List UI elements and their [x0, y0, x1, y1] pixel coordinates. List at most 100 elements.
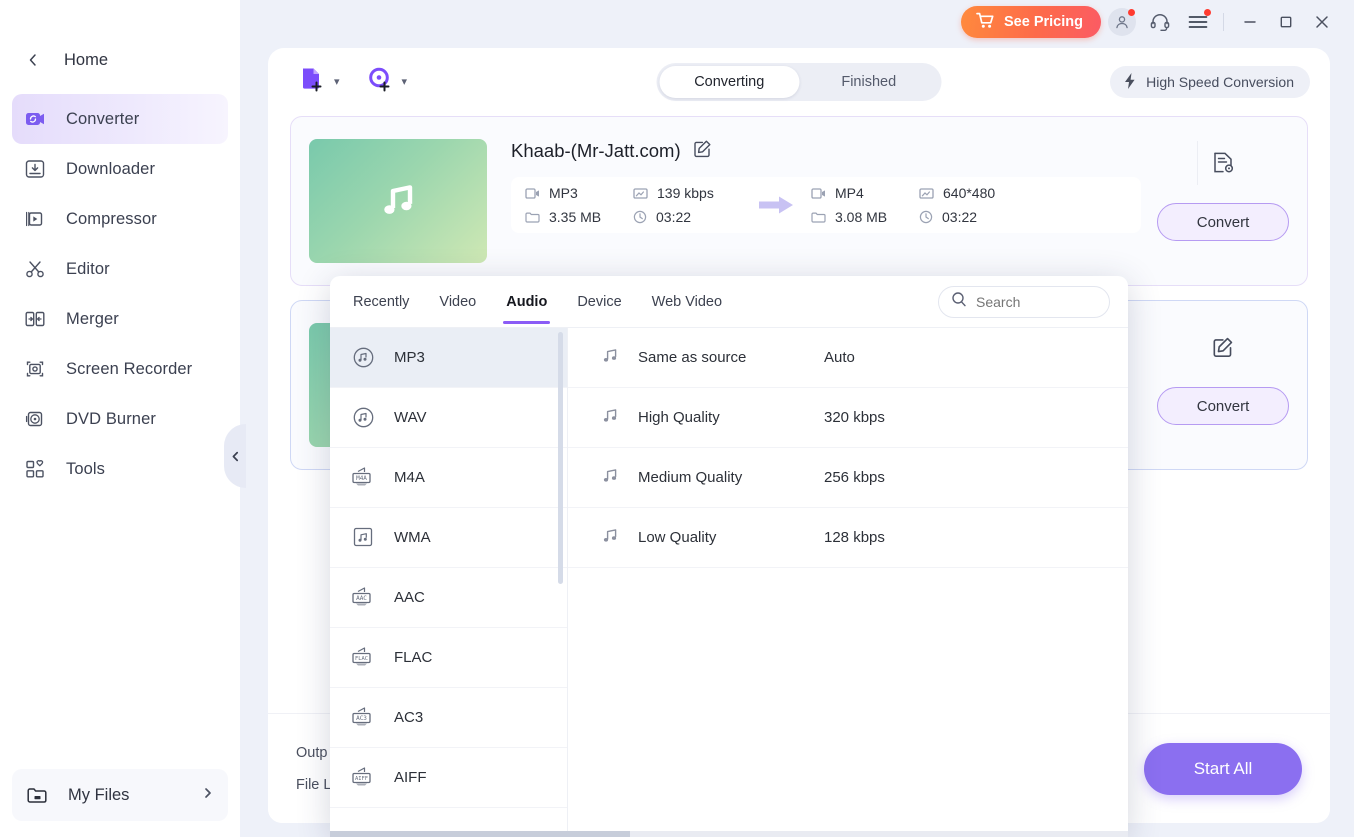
- tools-grid-icon: [22, 456, 48, 482]
- wma-square-icon: [350, 525, 376, 550]
- home-nav[interactable]: Home: [0, 40, 240, 80]
- format-row-aiff[interactable]: AIFF AIFF: [330, 748, 567, 808]
- add-file-icon: [298, 65, 328, 100]
- card-actions: Convert: [1157, 317, 1289, 425]
- m4a-tag-icon: M4A: [350, 466, 376, 490]
- compressor-icon: [22, 206, 48, 232]
- see-pricing-label: See Pricing: [1004, 14, 1083, 30]
- converter-icon: [22, 106, 48, 132]
- wav-disc-icon: [350, 405, 376, 430]
- close-icon: [1316, 16, 1328, 28]
- mp3-disc-icon: [350, 345, 376, 370]
- source-bitrate: 139 kbps: [633, 185, 743, 201]
- maximize-button[interactable]: [1268, 6, 1304, 38]
- my-files-button[interactable]: My Files: [12, 769, 228, 821]
- chevron-left-icon: [20, 47, 46, 73]
- sidebar-item-editor[interactable]: Editor: [12, 244, 228, 294]
- format-row-wma[interactable]: WMA: [330, 508, 567, 568]
- file-info: Khaab-(Mr-Jatt.com) MP3 139 kbps 3.35 MB…: [487, 133, 1157, 233]
- target-resolution-value: 640*480: [943, 185, 996, 201]
- quality-row-low-quality[interactable]: Low Quality 128 kbps: [568, 508, 1128, 568]
- edit-pencil-icon[interactable]: [693, 139, 712, 163]
- sidebar-item-converter[interactable]: Converter: [12, 94, 228, 144]
- output-label: Outp: [296, 744, 328, 761]
- quality-row-same-as-source[interactable]: Same as source Auto: [568, 328, 1128, 388]
- format-label: M4A: [394, 469, 425, 486]
- tab-device[interactable]: Device: [576, 280, 622, 324]
- target-size: 3.08 MB: [811, 209, 919, 225]
- source-size: 3.35 MB: [525, 209, 633, 225]
- add-disc-icon: [366, 65, 396, 100]
- sidebar-item-label: Screen Recorder: [66, 359, 193, 378]
- headset-icon: [1150, 13, 1170, 31]
- quality-row-high-quality[interactable]: High Quality 320 kbps: [568, 388, 1128, 448]
- sidebar-item-compressor[interactable]: Compressor: [12, 194, 228, 244]
- tab-finished[interactable]: Finished: [799, 66, 939, 98]
- file-card[interactable]: Khaab-(Mr-Jatt.com) MP3 139 kbps 3.35 MB…: [290, 116, 1308, 286]
- clock-icon: [919, 210, 933, 224]
- format-label: AC3: [394, 709, 424, 726]
- tab-recently[interactable]: Recently: [352, 280, 410, 324]
- aiff-tag-icon: AIFF: [350, 766, 376, 790]
- format-row-wav[interactable]: WAV: [330, 388, 567, 448]
- sidebar-item-dvd-burner[interactable]: DVD Burner: [12, 394, 228, 444]
- close-button[interactable]: [1304, 6, 1340, 38]
- toolbar: ▾ ▾ Converting Finished High Speed Conve…: [268, 48, 1330, 116]
- minimize-button[interactable]: [1232, 6, 1268, 38]
- lightning-icon: [1122, 72, 1138, 93]
- svg-text:AAC: AAC: [356, 595, 367, 602]
- chevron-left-icon: [232, 451, 238, 461]
- format-label: AIFF: [394, 769, 427, 786]
- sidebar-item-merger[interactable]: Merger: [12, 294, 228, 344]
- arrow-right-icon: [759, 196, 793, 214]
- tab-audio[interactable]: Audio: [503, 280, 551, 324]
- support-button[interactable]: [1143, 5, 1177, 39]
- tab-web-video[interactable]: Web Video: [651, 280, 723, 324]
- format-list[interactable]: MP3 WAV M4A M4A WMA AAC AAC FLAC FLAC AC…: [330, 328, 568, 837]
- format-row-aac[interactable]: AAC AAC: [330, 568, 567, 628]
- format-row-m4a[interactable]: M4A M4A: [330, 448, 567, 508]
- format-row-mp3[interactable]: MP3: [330, 328, 567, 388]
- format-row-flac[interactable]: FLAC FLAC: [330, 628, 567, 688]
- sidebar-item-label: Merger: [66, 309, 119, 328]
- source-duration-value: 03:22: [656, 209, 692, 225]
- account-icon: [1116, 16, 1128, 29]
- search-input[interactable]: [976, 293, 1097, 310]
- sidebar-item-label: Editor: [66, 259, 110, 278]
- divider: [1223, 13, 1224, 31]
- account-button[interactable]: [1105, 5, 1139, 39]
- target-meta: MP4 640*480 3.08 MB 03:22: [811, 185, 1029, 225]
- scrollbar-thumb[interactable]: [330, 831, 630, 837]
- app-window: Home Converter Downloader Compressor Edi: [0, 0, 1354, 837]
- start-all-button[interactable]: Start All: [1144, 742, 1302, 795]
- sidebar-collapse-handle[interactable]: [224, 424, 246, 488]
- edit-button[interactable]: [1197, 325, 1249, 369]
- video-format-icon: [525, 187, 539, 199]
- format-list-scrollbar[interactable]: [558, 332, 563, 584]
- search-box[interactable]: [938, 285, 1110, 318]
- file-location-label: File L: [296, 776, 332, 793]
- format-label: AAC: [394, 589, 425, 606]
- panel-horizontal-scrollbar[interactable]: [330, 831, 1128, 837]
- svg-text:M4A: M4A: [356, 475, 367, 482]
- sidebar-item-screen-recorder[interactable]: Screen Recorder: [12, 344, 228, 394]
- file-settings-button[interactable]: [1197, 141, 1249, 185]
- notification-badge: [1204, 9, 1211, 16]
- format-row-ac3[interactable]: AC3 AC3: [330, 688, 567, 748]
- source-bitrate-value: 139 kbps: [657, 185, 714, 201]
- tab-converting[interactable]: Converting: [659, 66, 799, 98]
- menu-button[interactable]: [1181, 5, 1215, 39]
- quality-row-medium-quality[interactable]: Medium Quality 256 kbps: [568, 448, 1128, 508]
- convert-button[interactable]: Convert: [1157, 203, 1289, 241]
- minimize-icon: [1244, 21, 1256, 23]
- add-file-button[interactable]: ▾: [298, 65, 340, 100]
- see-pricing-button[interactable]: See Pricing: [961, 6, 1101, 38]
- add-disc-button[interactable]: ▾: [366, 65, 408, 100]
- chevron-down-icon: ▾: [401, 75, 408, 88]
- target-format-value: MP4: [835, 185, 864, 201]
- tab-video[interactable]: Video: [438, 280, 477, 324]
- sidebar-item-tools[interactable]: Tools: [12, 444, 228, 494]
- high-speed-conversion-toggle[interactable]: High Speed Conversion: [1110, 66, 1310, 98]
- sidebar-item-downloader[interactable]: Downloader: [12, 144, 228, 194]
- convert-button[interactable]: Convert: [1157, 387, 1289, 425]
